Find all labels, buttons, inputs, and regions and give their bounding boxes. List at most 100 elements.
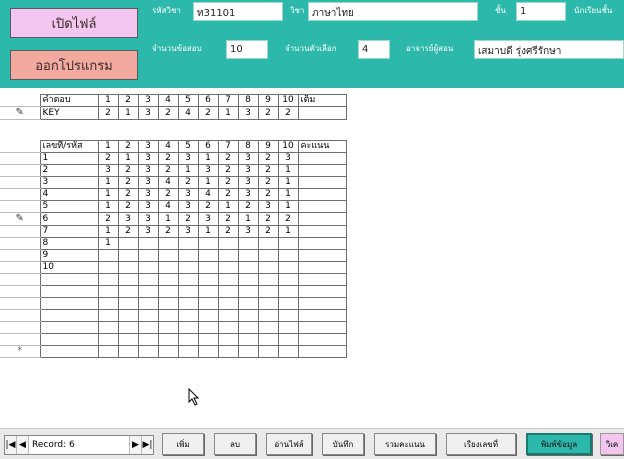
answer-cell[interactable]: 3 bbox=[237, 225, 259, 238]
answer-cell[interactable] bbox=[197, 345, 219, 358]
answer-cell[interactable] bbox=[197, 273, 219, 286]
score-cell[interactable] bbox=[297, 321, 347, 334]
student-id-cell[interactable] bbox=[39, 273, 99, 286]
row-selector[interactable]: ✎ bbox=[0, 106, 41, 120]
answer-cell[interactable] bbox=[177, 321, 199, 334]
row-selector[interactable] bbox=[0, 309, 41, 322]
answer-cell[interactable] bbox=[257, 345, 279, 358]
answer-cell[interactable]: 1 bbox=[117, 152, 139, 165]
row-selector[interactable] bbox=[0, 164, 41, 177]
answer-cell[interactable]: 4 bbox=[157, 200, 179, 213]
answer-cell[interactable] bbox=[117, 285, 139, 298]
row-selector[interactable]: ✎ bbox=[0, 212, 41, 226]
answer-cell[interactable]: 1 bbox=[197, 225, 219, 238]
answer-cell[interactable] bbox=[157, 309, 179, 322]
answer-cell[interactable] bbox=[217, 309, 239, 322]
row-selector[interactable] bbox=[0, 261, 41, 274]
answer-cell[interactable]: 2 bbox=[257, 176, 279, 189]
answer-cell[interactable] bbox=[197, 321, 219, 334]
answer-cell[interactable]: 1 bbox=[97, 176, 119, 189]
answer-cell[interactable] bbox=[237, 345, 259, 358]
score-cell[interactable] bbox=[297, 200, 347, 213]
answer-cell[interactable] bbox=[137, 333, 159, 346]
sum-score-button[interactable]: รวมคะแนน bbox=[374, 433, 436, 455]
answer-cell[interactable] bbox=[257, 285, 279, 298]
score-cell[interactable] bbox=[297, 345, 347, 358]
score-cell[interactable] bbox=[297, 164, 347, 177]
answer-cell[interactable]: 2 bbox=[217, 212, 239, 226]
answer-cell[interactable]: 2 bbox=[117, 176, 139, 189]
answer-cell[interactable]: 2 bbox=[257, 164, 279, 177]
row-selector[interactable] bbox=[0, 176, 41, 189]
answer-cell[interactable] bbox=[137, 285, 159, 298]
answer-cell[interactable] bbox=[197, 333, 219, 346]
answer-cell[interactable]: 2 bbox=[157, 152, 179, 165]
answer-cell[interactable]: 3 bbox=[197, 212, 219, 226]
answer-cell[interactable]: 2 bbox=[257, 152, 279, 165]
answer-cell[interactable] bbox=[217, 321, 239, 334]
answer-cell[interactable]: 2 bbox=[217, 152, 239, 165]
new-row-marker[interactable]: * bbox=[0, 345, 41, 358]
answer-cell[interactable] bbox=[177, 345, 199, 358]
key-cell[interactable]: 2 bbox=[157, 106, 179, 120]
answer-cell[interactable] bbox=[157, 333, 179, 346]
answer-cell[interactable] bbox=[97, 345, 119, 358]
analyze-button[interactable]: วิเค bbox=[600, 433, 624, 455]
exit-program-button[interactable]: ออกโปรแกรม bbox=[10, 50, 138, 80]
answer-cell[interactable] bbox=[257, 273, 279, 286]
student-id-cell[interactable]: 9 bbox=[39, 249, 99, 262]
answer-cell[interactable]: 3 bbox=[277, 152, 299, 165]
answer-cell[interactable] bbox=[277, 345, 299, 358]
answer-cell[interactable] bbox=[237, 249, 259, 262]
score-cell[interactable] bbox=[297, 176, 347, 189]
answer-cell[interactable]: 3 bbox=[137, 225, 159, 238]
add-button[interactable]: เพิ่ม bbox=[162, 433, 204, 455]
score-cell[interactable] bbox=[297, 297, 347, 310]
answer-cell[interactable]: 1 bbox=[197, 152, 219, 165]
answer-cell[interactable] bbox=[97, 261, 119, 274]
answer-cell[interactable] bbox=[137, 309, 159, 322]
key-cell[interactable]: 3 bbox=[137, 106, 159, 120]
answer-cell[interactable] bbox=[237, 297, 259, 310]
student-id-cell[interactable] bbox=[39, 333, 99, 346]
answer-cell[interactable] bbox=[277, 333, 299, 346]
answer-cell[interactable] bbox=[237, 237, 259, 250]
answer-cell[interactable]: 3 bbox=[137, 164, 159, 177]
answer-cell[interactable] bbox=[137, 261, 159, 274]
answer-cell[interactable] bbox=[277, 285, 299, 298]
answer-cell[interactable]: 3 bbox=[117, 212, 139, 226]
answer-cell[interactable] bbox=[157, 249, 179, 262]
answer-cell[interactable] bbox=[97, 321, 119, 334]
student-id-cell[interactable]: 2 bbox=[39, 164, 99, 177]
answer-cell[interactable]: 2 bbox=[237, 200, 259, 213]
answer-cell[interactable]: 1 bbox=[277, 188, 299, 201]
answer-cell[interactable] bbox=[97, 249, 119, 262]
answer-cell[interactable] bbox=[217, 345, 239, 358]
answer-cell[interactable] bbox=[137, 249, 159, 262]
answer-cell[interactable]: 1 bbox=[97, 200, 119, 213]
answer-cell[interactable]: 3 bbox=[137, 212, 159, 226]
key-cell[interactable]: 2 bbox=[197, 106, 219, 120]
answer-cell[interactable] bbox=[277, 273, 299, 286]
key-cell[interactable]: 4 bbox=[177, 106, 199, 120]
key-cell[interactable]: 1 bbox=[117, 106, 139, 120]
student-id-cell[interactable]: 5 bbox=[39, 200, 99, 213]
answer-cell[interactable] bbox=[177, 273, 199, 286]
row-selector[interactable] bbox=[0, 140, 41, 153]
answer-cell[interactable] bbox=[177, 237, 199, 250]
key-cell[interactable]: 2 bbox=[97, 106, 119, 120]
answer-cell[interactable] bbox=[177, 261, 199, 274]
answer-cell[interactable] bbox=[277, 249, 299, 262]
row-selector[interactable] bbox=[0, 94, 41, 107]
score-cell[interactable] bbox=[297, 188, 347, 201]
answer-cell[interactable]: 3 bbox=[177, 225, 199, 238]
answer-cell[interactable]: 2 bbox=[217, 188, 239, 201]
read-file-button[interactable]: อ่านไฟล์ bbox=[266, 433, 312, 455]
answer-cell[interactable]: 2 bbox=[157, 188, 179, 201]
answer-cell[interactable]: 2 bbox=[217, 176, 239, 189]
answer-cell[interactable]: 1 bbox=[97, 237, 119, 250]
student-id-cell[interactable] bbox=[39, 309, 99, 322]
answer-cell[interactable]: 2 bbox=[177, 176, 199, 189]
answer-cell[interactable] bbox=[117, 297, 139, 310]
answer-cell[interactable] bbox=[117, 261, 139, 274]
